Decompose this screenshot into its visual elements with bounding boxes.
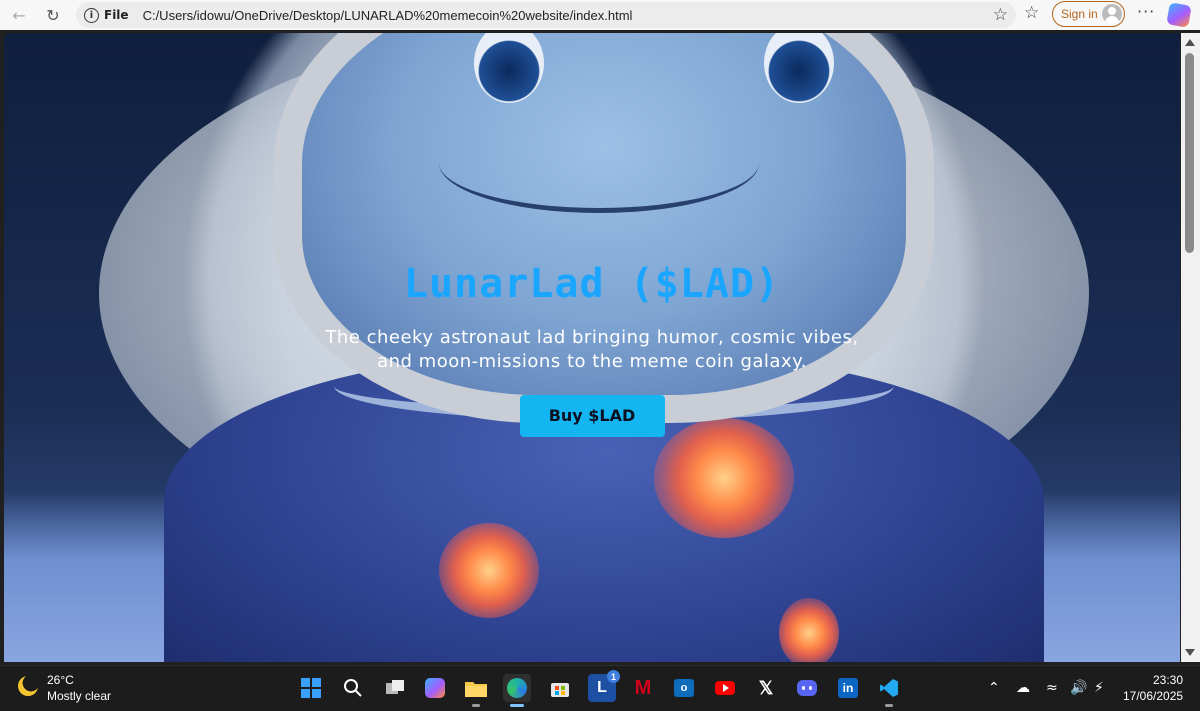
- volume-icon[interactable]: 🔊: [1070, 680, 1087, 696]
- windows-start-icon[interactable]: [297, 674, 325, 702]
- copilot-app-icon[interactable]: [421, 674, 449, 702]
- scroll-thumb[interactable]: [1185, 53, 1194, 253]
- address-bar[interactable]: i File C:/Users/idowu/OneDrive/Desktop/L…: [76, 2, 1016, 28]
- notification-badge: 1: [607, 670, 620, 683]
- favorite-star-icon[interactable]: ☆: [993, 5, 1008, 25]
- weather-description[interactable]: Mostly clear: [47, 689, 111, 703]
- reload-icon[interactable]: ↻: [42, 4, 64, 26]
- discord-icon[interactable]: [793, 674, 821, 702]
- lexis-app-icon[interactable]: L1: [588, 670, 620, 702]
- url-text[interactable]: C:/Users/idowu/OneDrive/Desktop/LUNARLAD…: [143, 8, 633, 23]
- galaxy-swirl: [439, 523, 539, 618]
- clock-time[interactable]: 23:30: [1153, 673, 1183, 687]
- microsoft-store-icon[interactable]: [546, 674, 574, 702]
- mascot-smile: [439, 113, 759, 213]
- weather-temperature[interactable]: 26°C: [47, 673, 74, 687]
- hero-subtitle: The cheeky astronaut lad bringing humor,…: [4, 326, 1180, 374]
- avatar-icon: [1102, 4, 1122, 24]
- subtitle-line-1: The cheeky astronaut lad bringing humor,…: [325, 327, 859, 348]
- running-indicator: [472, 704, 480, 707]
- file-label: File: [104, 8, 129, 22]
- back-icon[interactable]: ←: [8, 4, 30, 26]
- favorites-icon[interactable]: ☆: [1024, 3, 1039, 23]
- outlook-icon[interactable]: o: [670, 674, 698, 702]
- windows-taskbar: 26°C Mostly clear L1 M o 𝕏 in ⌃ ☁ ≈ 🔊 ⚡ …: [0, 665, 1200, 711]
- running-indicator: [885, 704, 893, 707]
- subtitle-line-2: and moon-missions to the meme coin galax…: [377, 351, 807, 372]
- more-options-icon[interactable]: ···: [1137, 2, 1155, 21]
- x-app-icon[interactable]: 𝕏: [752, 674, 780, 702]
- linkedin-icon[interactable]: in: [834, 674, 862, 702]
- buy-lad-button[interactable]: Buy $LAD: [519, 395, 665, 437]
- vertical-scrollbar[interactable]: [1181, 33, 1200, 662]
- edge-icon[interactable]: [503, 674, 531, 707]
- browser-toolbar: ← ↻ i File C:/Users/idowu/OneDrive/Deskt…: [0, 0, 1200, 30]
- search-icon[interactable]: [339, 674, 367, 702]
- youtube-icon[interactable]: [711, 674, 739, 702]
- onedrive-cloud-icon[interactable]: ☁: [1016, 680, 1030, 696]
- moon-weather-icon[interactable]: [18, 676, 38, 696]
- scroll-down-icon[interactable]: [1185, 649, 1195, 656]
- scroll-up-icon[interactable]: [1185, 39, 1195, 46]
- sign-in-button[interactable]: Sign in: [1052, 1, 1125, 27]
- galaxy-swirl: [779, 598, 839, 662]
- chevron-up-icon[interactable]: ⌃: [988, 680, 1000, 696]
- active-indicator: [510, 704, 524, 707]
- battery-icon[interactable]: ⚡: [1094, 680, 1104, 696]
- copilot-icon[interactable]: [1166, 2, 1192, 28]
- file-explorer-icon[interactable]: [462, 674, 490, 707]
- info-icon[interactable]: i: [84, 7, 99, 23]
- page-viewport: LunarLad ($LAD) The cheeky astronaut lad…: [4, 33, 1180, 662]
- page-title: LunarLad ($LAD): [403, 261, 781, 307]
- sign-in-label: Sign in: [1061, 7, 1098, 21]
- vscode-icon[interactable]: [875, 674, 903, 707]
- hero-section: LunarLad ($LAD) The cheeky astronaut lad…: [4, 256, 1180, 437]
- task-view-icon[interactable]: [381, 674, 409, 702]
- mcafee-icon[interactable]: M: [629, 674, 657, 702]
- clock-date[interactable]: 17/06/2025: [1123, 689, 1183, 703]
- wifi-icon[interactable]: ≈: [1046, 680, 1058, 696]
